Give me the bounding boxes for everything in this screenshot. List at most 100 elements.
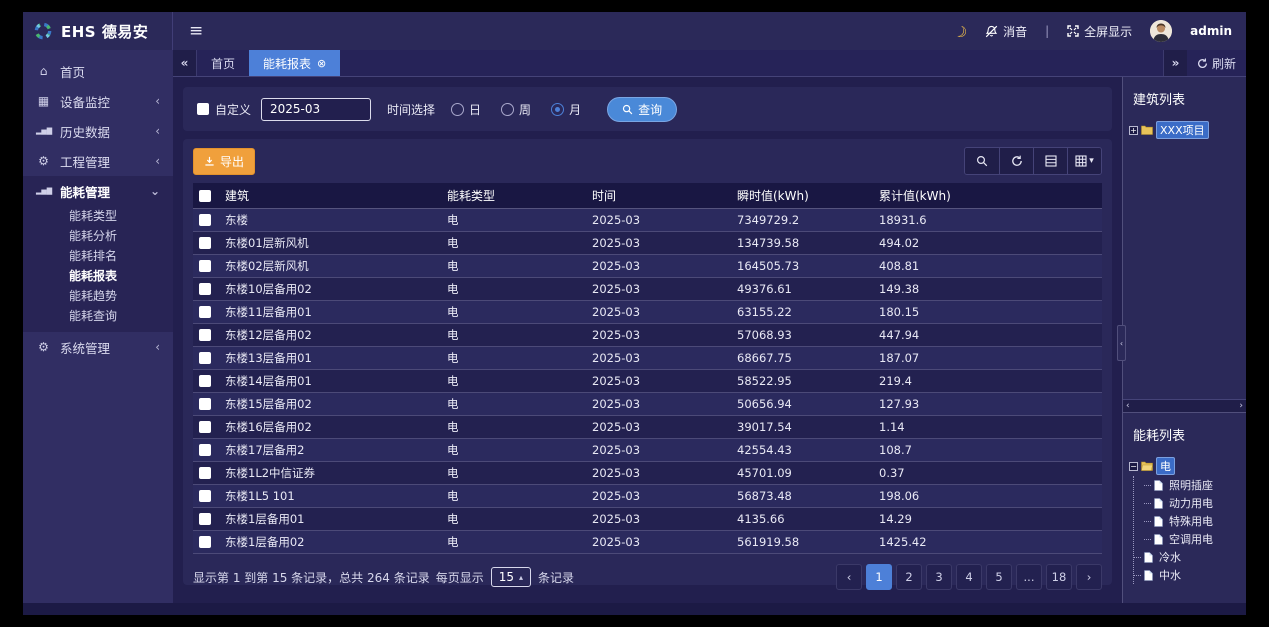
sidebar-item-system-management[interactable]: ⚙ 系统管理 ‹ [23,332,173,362]
row-checkbox[interactable] [199,329,211,341]
table-row[interactable]: 东楼1L2中信证券电2025-0345701.090.37 [193,462,1102,485]
sidebar-item-home[interactable]: ⌂ 首页 [23,56,173,86]
table-row[interactable]: 东楼17层备用2电2025-0342554.43108.7 [193,439,1102,462]
select-all-checkbox[interactable] [199,190,211,202]
page-size-select[interactable]: 15 ▴ [491,567,531,587]
tree-node-cold-water[interactable]: 冷水 [1134,548,1240,566]
tab-energy-report[interactable]: 能耗报表 ⊗ [249,50,340,76]
submenu-item-energy-trend[interactable]: 能耗趋势 [23,286,173,306]
radio-week[interactable]: 周 [501,101,531,118]
row-checkbox[interactable] [199,444,211,456]
tree-node-label[interactable]: XXX项目 [1156,121,1209,139]
table-search-button[interactable] [965,148,999,174]
table-row[interactable]: 东楼16层备用02电2025-0339017.541.14 [193,416,1102,439]
tab-close-icon[interactable]: ⊗ [317,57,326,70]
table-refresh-button[interactable] [999,148,1033,174]
table-row[interactable]: 东楼02层新风机电2025-03164505.73408.81 [193,255,1102,278]
page-button-18[interactable]: 18 [1046,564,1072,590]
col-header-building[interactable]: 建筑 [225,187,447,204]
col-header-instant-value[interactable]: 瞬时值(kWh) [737,187,879,204]
custom-checkbox[interactable] [197,103,209,115]
col-header-time[interactable]: 时间 [592,187,737,204]
scroll-right-arrow[interactable]: › [1239,401,1243,411]
row-checkbox[interactable] [199,536,211,548]
table-row[interactable]: 东楼13层备用01电2025-0368667.75187.07 [193,347,1102,370]
page-button-2[interactable]: 2 [896,564,922,590]
sidebar-toggle-icon[interactable]: ≡ [173,21,219,41]
table-row[interactable]: 东楼1层备用02电2025-03561919.581425.42 [193,531,1102,554]
table-row[interactable]: 东楼1L5 101电2025-0356873.48198.06 [193,485,1102,508]
panel-splitter-handle[interactable]: ‹ [1117,325,1126,361]
tab-scroll-right-button[interactable]: » [1163,50,1187,76]
tree-collapse-icon[interactable]: − [1129,462,1138,471]
sidebar-item-project-management[interactable]: ⚙ 工程管理 ‹ [23,146,173,176]
row-checkbox[interactable] [199,398,211,410]
submenu-item-energy-query[interactable]: 能耗查询 [23,306,173,326]
tree-expander-icon[interactable]: + [1129,126,1138,135]
theme-moon-icon[interactable]: ☾ [951,20,970,42]
table-row[interactable]: 东楼10层备用02电2025-0349376.61149.38 [193,278,1102,301]
radio-circle[interactable] [451,103,464,116]
radio-day[interactable]: 日 [451,101,481,118]
row-checkbox[interactable] [199,513,211,525]
query-button[interactable]: 查询 [607,97,677,122]
avatar[interactable] [1150,20,1172,42]
submenu-item-energy-type[interactable]: 能耗类型 [23,206,173,226]
page-prev-button[interactable]: ‹ [836,564,862,590]
tree-node-hvac-electric[interactable]: 空调用电 [1144,530,1240,548]
tree-node-power-electric[interactable]: 动力用电 [1144,494,1240,512]
table-columns-button[interactable]: ▾ [1067,148,1101,174]
table-row[interactable]: 东楼电2025-037349729.218931.6 [193,209,1102,232]
submenu-item-energy-report[interactable]: 能耗报表 [23,266,173,286]
fullscreen-button[interactable]: 全屏显示 [1067,23,1132,40]
radio-circle[interactable] [501,103,514,116]
mute-button[interactable]: 消音 [985,23,1027,40]
page-next-button[interactable]: › [1076,564,1102,590]
radio-circle-selected[interactable] [551,103,564,116]
submenu-item-energy-analysis[interactable]: 能耗分析 [23,226,173,246]
table-view-toggle-button[interactable] [1033,148,1067,174]
tree-node-electric[interactable]: − 电 [1129,456,1240,476]
page-button-1[interactable]: 1 [866,564,892,590]
tree-node-special-electric[interactable]: 特殊用电 [1144,512,1240,530]
tree-node-label[interactable]: 冷水 [1156,549,1184,565]
row-checkbox[interactable] [199,306,211,318]
radio-month[interactable]: 月 [551,101,581,118]
tree-node-label[interactable]: 特殊用电 [1166,513,1216,529]
tab-scroll-left-button[interactable]: « [173,50,197,76]
sidebar-item-device-monitor[interactable]: ▦ 设备监控 ‹ [23,86,173,116]
row-checkbox[interactable] [199,375,211,387]
submenu-item-energy-ranking[interactable]: 能耗排名 [23,246,173,266]
tree-node-label[interactable]: 电 [1156,457,1175,475]
tree-node-xxx-project[interactable]: + XXX项目 [1129,120,1240,140]
col-header-energy-type[interactable]: 能耗类型 [447,187,592,204]
row-checkbox[interactable] [199,467,211,479]
col-header-cumulative-value[interactable]: 累计值(kWh) [879,187,1102,204]
sidebar-item-energy-management[interactable]: ▂▅▇ 能耗管理 ⌄ [23,176,173,206]
tree-node-label[interactable]: 中水 [1156,567,1184,583]
row-checkbox[interactable] [199,214,211,226]
tree-node-lighting-socket[interactable]: 照明插座 [1144,476,1240,494]
row-checkbox[interactable] [199,352,211,364]
tree-node-label[interactable]: 照明插座 [1166,477,1216,493]
page-button-3[interactable]: 3 [926,564,952,590]
page-button-4[interactable]: 4 [956,564,982,590]
tree-node-reclaimed-water[interactable]: 中水 [1134,566,1240,584]
row-checkbox[interactable] [199,421,211,433]
page-button-5[interactable]: 5 [986,564,1012,590]
row-checkbox[interactable] [199,490,211,502]
row-checkbox[interactable] [199,260,211,272]
sidebar-item-history-data[interactable]: ▂▅▇ 历史数据 ‹ [23,116,173,146]
export-button[interactable]: 导出 [193,148,255,175]
table-row[interactable]: 东楼15层备用02电2025-0350656.94127.93 [193,393,1102,416]
table-row[interactable]: 东楼11层备用01电2025-0363155.22180.15 [193,301,1102,324]
row-checkbox[interactable] [199,283,211,295]
refresh-button[interactable]: 刷新 [1187,50,1246,76]
tree-node-label[interactable]: 动力用电 [1166,495,1216,511]
table-row[interactable]: 东楼14层备用01电2025-0358522.95219.4 [193,370,1102,393]
date-input[interactable] [261,98,371,121]
table-row[interactable]: 东楼12层备用02电2025-0357068.93447.94 [193,324,1102,347]
table-row[interactable]: 东楼1层备用01电2025-034135.6614.29 [193,508,1102,531]
table-row[interactable]: 东楼01层新风机电2025-03134739.58494.02 [193,232,1102,255]
scroll-left-arrow[interactable]: ‹ [1126,401,1130,411]
